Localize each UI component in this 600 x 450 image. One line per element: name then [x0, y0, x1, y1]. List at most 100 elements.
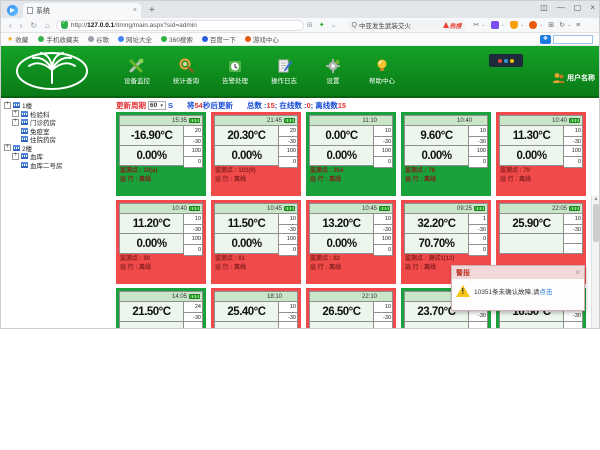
expand-icon[interactable]: [4, 144, 11, 151]
monitor-card[interactable]: 10:40 11.20°C 10 -30 0.00% 100 0 监测点 : 8…: [116, 200, 206, 284]
temperature-value: 25.40°C: [214, 301, 279, 322]
browser-logo-icon[interactable]: [7, 5, 18, 16]
nav-operation-log[interactable]: 操作日志: [264, 58, 304, 85]
hum-min-limit: 0: [184, 156, 203, 168]
nav-device-monitor[interactable]: 设备监控: [117, 58, 157, 85]
monitor-card[interactable]: 18:10 25.40°C 10 -30: [211, 288, 301, 329]
bookmark-item[interactable]: 百度一下: [202, 34, 236, 44]
new-tab-button[interactable]: +: [149, 5, 155, 16]
tree-node-inpatient-pharmacy[interactable]: 住院药房: [4, 135, 113, 144]
folder-icon: [13, 102, 20, 108]
mini-search-input[interactable]: [553, 35, 593, 44]
minimize-button[interactable]: [557, 3, 565, 12]
tree-node-immunology[interactable]: 免疫室: [4, 127, 113, 136]
tab-close-icon[interactable]: ×: [133, 7, 137, 14]
tree-node-lab[interactable]: 检验科: [4, 110, 113, 119]
bookmark-item[interactable]: 网址大全: [118, 34, 152, 44]
tree-node-floor2[interactable]: 2楼: [4, 144, 113, 153]
humidity-value: [499, 321, 564, 329]
page-scrollbar[interactable]: ▲ ▼: [591, 195, 599, 329]
bookmark-item[interactable]: 游戏中心: [245, 34, 279, 44]
user-menu[interactable]: 用户名称: [552, 72, 595, 84]
active-tab[interactable]: 系统 ×: [23, 3, 141, 18]
monitor-card[interactable]: 21:45 20.30°C 20 -30 0.00% 100 0 监测点 : 1…: [211, 112, 301, 196]
card-status-label: 运 行 : 离线: [500, 176, 583, 185]
back-button[interactable]: ‹: [9, 21, 12, 30]
scroll-thumb[interactable]: [593, 204, 599, 242]
temperature-value: 21.50°C: [119, 301, 184, 322]
popup-close-icon[interactable]: ×: [575, 268, 580, 277]
url-text: http://127.0.0.1/itmng/main.aspx?sid=adm…: [71, 22, 197, 29]
card-footer: 监测点 : 82 运 行 : 离线: [309, 254, 393, 272]
hum-min-limit: [564, 243, 583, 254]
bookmarks-bar: ★收藏⌄ 手机收藏夹 谷歌 网址大全 360搜索 百度一下 游戏中心 ❖: [1, 33, 599, 46]
forward-button[interactable]: ›: [20, 21, 23, 30]
card-status-label: 运 行 : 离线: [215, 176, 298, 185]
tree-node-floor1[interactable]: 1楼: [4, 101, 113, 110]
speed-icon[interactable]: ✦: [319, 21, 325, 29]
status-widget[interactable]: [489, 54, 523, 67]
monitor-card[interactable]: 11:10 0.00°C 10 -30 0.00% 100 0 监测点 : 25…: [306, 112, 396, 196]
bookmark-item[interactable]: 360搜索: [161, 34, 193, 44]
monitor-card[interactable]: 10:45 11.50°C 10 -30 0.00% 100 0 监测点 : 8…: [211, 200, 301, 284]
nav-settings[interactable]: 设置: [313, 58, 353, 85]
home-button[interactable]: ⌂: [45, 21, 50, 30]
alarm-popup: 警报 × 10351条未确认故障,请点击: [451, 265, 585, 311]
alarm-action-link[interactable]: 点击: [539, 289, 552, 296]
apps-grid-icon[interactable]: ⊞: [548, 21, 554, 29]
search-input[interactable]: Q 中亚发生武装交火 热搜: [348, 20, 466, 31]
scroll-up-icon[interactable]: ▲: [592, 196, 600, 202]
hum-min-limit: 0: [184, 244, 203, 256]
phone-icon: [38, 36, 44, 42]
monitor-card[interactable]: 10:40 9.60°C 10 -30 0.00% 100 0 监测点 : 78…: [401, 112, 491, 196]
card-footer: 监测点 : 80 运 行 : 离线: [119, 254, 203, 272]
quick-launch[interactable]: ❖: [540, 35, 593, 44]
monitor-card[interactable]: 22:10 26.50°C 10 -30: [306, 288, 396, 329]
monitor-card[interactable]: 10:40 11.30°C 10 -30 0.00% 100 0 监测点 : 7…: [496, 112, 586, 196]
expand-icon[interactable]: [12, 119, 19, 126]
tree-node-blood-bank-2[interactable]: 血库二号房: [4, 161, 113, 170]
nav-statistics[interactable]: 统计查询: [166, 58, 206, 85]
security-shield-icon[interactable]: [510, 21, 518, 29]
refresh-button[interactable]: ↻: [30, 21, 37, 30]
nav-help-center[interactable]: 帮助中心: [362, 58, 402, 85]
bookmark-item[interactable]: 谷歌: [88, 34, 109, 44]
monitor-card[interactable]: 15:35 -16.90°C 20 -30 0.00% 100 0 监测点 : …: [116, 112, 206, 196]
bookmark-item[interactable]: 手机收藏夹: [38, 34, 79, 44]
mode-dropdown-icon[interactable]: ⌄: [331, 21, 337, 29]
card-time: 22:05: [552, 206, 567, 212]
cycle-label: 更新周期: [116, 100, 146, 111]
address-bar: ‹ › ↻ ⌂ http://127.0.0.1/itmng/main.aspx…: [1, 18, 599, 33]
battery-icon: [474, 206, 485, 211]
site-shield-icon: [61, 21, 68, 29]
extension-icon[interactable]: [491, 21, 499, 29]
screenshot-icon[interactable]: ✂: [474, 21, 480, 29]
card-point-label: 监测点 : 254: [310, 167, 393, 176]
tree-node-outpatient-pharmacy[interactable]: 门诊药房: [4, 118, 113, 127]
folder-icon: [21, 111, 28, 117]
card-time: 10:45: [267, 206, 282, 212]
battery-icon: [379, 206, 390, 211]
skin-button[interactable]: [540, 3, 548, 12]
bookmark-favorites[interactable]: ★收藏⌄: [7, 34, 29, 44]
maximize-button[interactable]: [574, 3, 582, 12]
cycle-select[interactable]: 60▼: [148, 101, 166, 110]
close-button[interactable]: [590, 3, 595, 12]
humidity-value: [404, 321, 469, 329]
game-bear-icon[interactable]: [529, 21, 537, 29]
reader-icon[interactable]: ⊞: [307, 21, 313, 29]
nav-alarm-handling[interactable]: 告警处理: [215, 58, 255, 85]
history-undo-icon[interactable]: ↻: [559, 21, 565, 29]
battery-icon: [189, 118, 200, 123]
total-label: 总数 :: [247, 100, 267, 111]
monitor-card[interactable]: 10:45 13.20°C 10 -30 0.00% 100 0 监测点 : 8…: [306, 200, 396, 284]
room-icon: [21, 128, 28, 134]
url-input[interactable]: http://127.0.0.1/itmng/main.aspx?sid=adm…: [56, 20, 304, 31]
monitor-card[interactable]: 14:05 21.50°C 24 -30: [116, 288, 206, 329]
expand-icon[interactable]: [12, 110, 19, 117]
temperature-value: 13.20°C: [309, 213, 374, 234]
expand-icon[interactable]: [4, 102, 11, 109]
expand-icon[interactable]: [12, 153, 19, 160]
menu-icon[interactable]: ≡: [576, 22, 580, 29]
alarm-title: 警报: [456, 268, 470, 278]
